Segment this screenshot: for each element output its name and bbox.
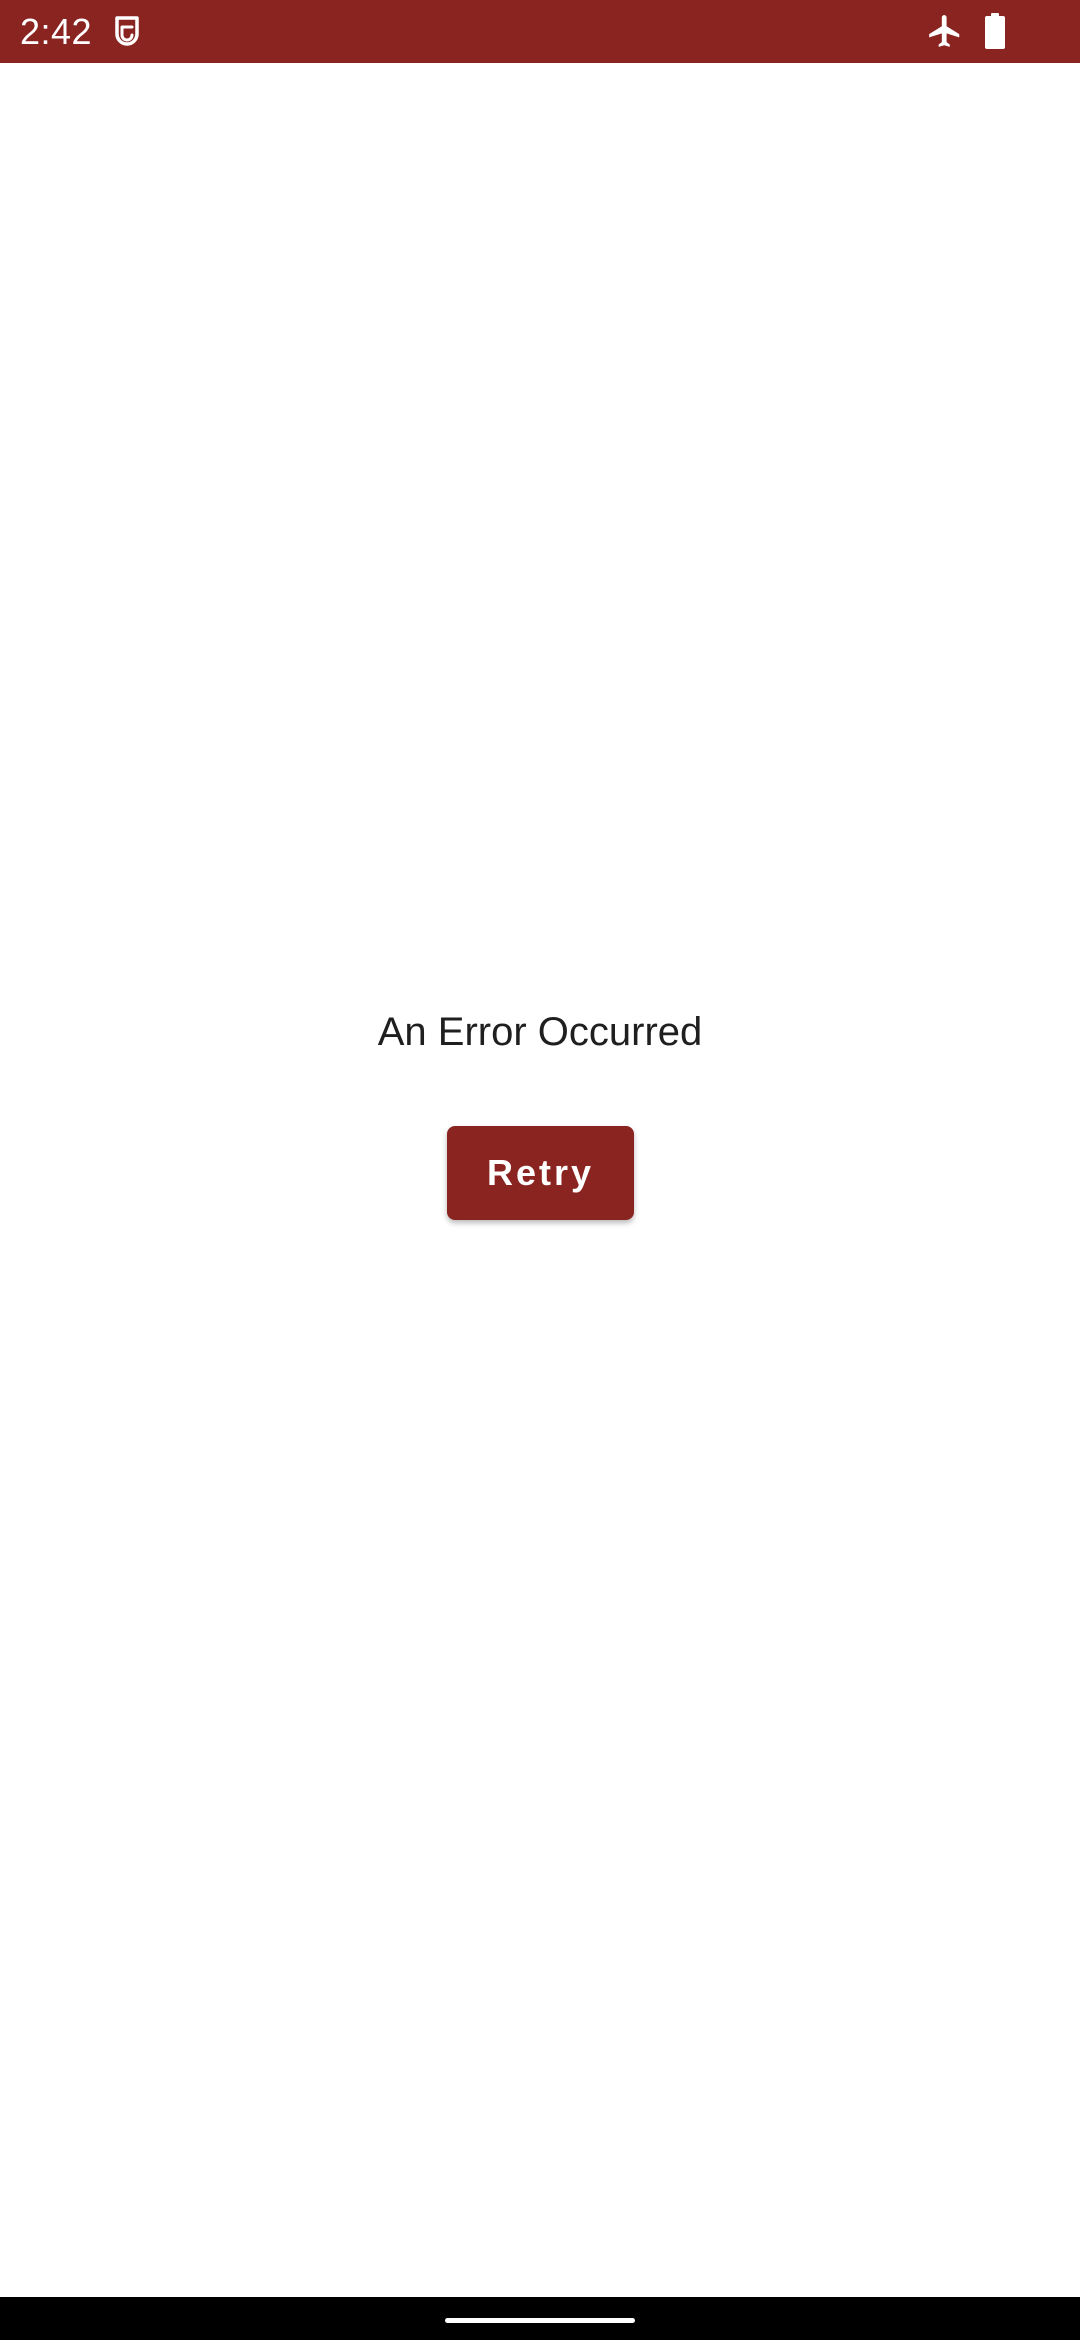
error-message: An Error Occurred — [377, 1010, 703, 1054]
retry-button[interactable]: Retry — [447, 1126, 634, 1220]
home-gesture-handle[interactable] — [445, 2318, 635, 2323]
status-bar: 2:42 — [0, 0, 1080, 63]
status-time: 2:42 — [20, 11, 93, 52]
sim-card-icon — [115, 16, 139, 46]
navigation-bar — [0, 2297, 1080, 2340]
battery-full-icon — [985, 13, 1005, 49]
airplane-mode-icon — [929, 15, 960, 47]
